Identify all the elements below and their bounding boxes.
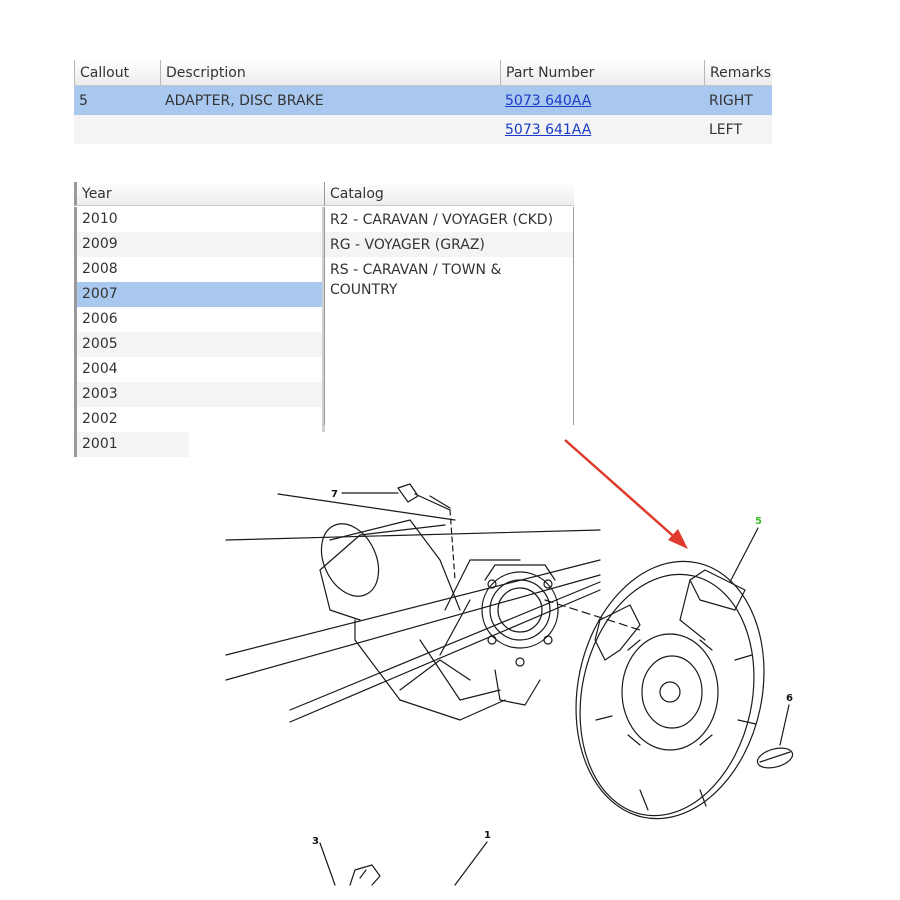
parts-diagram: 7 5 6 3 1 xyxy=(225,439,794,886)
leader-line-1 xyxy=(454,841,488,886)
header-callout[interactable]: Callout xyxy=(74,60,160,85)
year-column-header[interactable]: Year xyxy=(74,182,324,206)
catalog-item[interactable]: RG - VOYAGER (GRAZ) xyxy=(325,232,573,257)
cell-remarks: RIGHT xyxy=(709,92,753,109)
catalog-item[interactable]: RS - CARAVAN / TOWN & COUNTRY xyxy=(325,257,573,302)
cell-callout: 5 xyxy=(79,92,88,109)
red-arrow-annotation xyxy=(564,439,688,549)
year-item[interactable]: 2010 xyxy=(77,207,324,232)
plug xyxy=(756,747,794,769)
disc-brake-adapter xyxy=(594,569,746,661)
year-item[interactable]: 2008 xyxy=(77,257,324,282)
year-item[interactable]: 2005 xyxy=(77,332,324,357)
callout-5[interactable]: 5 xyxy=(755,516,762,527)
parts-table-header: Callout Description Part Number Remarks xyxy=(74,60,772,86)
leader-line-5 xyxy=(729,527,759,583)
table-row[interactable]: 5 ADAPTER, DISC BRAKE 5073 640AA RIGHT xyxy=(74,86,772,115)
header-remarks[interactable]: Remarks xyxy=(704,60,772,85)
table-row[interactable]: 5073 641AA LEFT xyxy=(74,115,772,144)
year-item-selected[interactable]: 2007 xyxy=(77,282,324,307)
callout-6[interactable]: 6 xyxy=(786,693,793,704)
leader-line-6 xyxy=(779,704,790,746)
lower-components xyxy=(349,864,381,886)
cell-description: ADAPTER, DISC BRAKE xyxy=(165,92,324,109)
catalog-list: R2 - CARAVAN / VOYAGER (CKD) RG - VOYAGE… xyxy=(324,207,574,425)
year-item[interactable]: 2006 xyxy=(77,307,324,332)
part-number-link[interactable]: 5073 640AA xyxy=(505,93,591,109)
year-item[interactable]: 2004 xyxy=(77,357,324,382)
cell-description xyxy=(160,115,500,144)
year-item[interactable]: 2003 xyxy=(77,382,324,407)
part-number-link[interactable]: 5073 641AA xyxy=(505,122,591,138)
header-description[interactable]: Description xyxy=(160,60,500,85)
catalog-column-header[interactable]: Catalog xyxy=(324,182,574,206)
cell-part-number: 5073 641AA xyxy=(500,115,704,144)
callout-1[interactable]: 1 xyxy=(484,830,491,841)
catalog-item[interactable]: R2 - CARAVAN / VOYAGER (CKD) xyxy=(325,207,573,232)
cell-remarks: LEFT xyxy=(709,121,743,138)
cell-callout xyxy=(74,115,160,144)
year-item[interactable]: 2009 xyxy=(77,232,324,257)
backing-plate xyxy=(575,560,765,820)
header-part-number[interactable]: Part Number xyxy=(500,60,704,85)
axle-beam xyxy=(225,493,601,723)
bolt xyxy=(397,483,456,581)
parts-table: Callout Description Part Number Remarks … xyxy=(74,60,772,144)
callout-7[interactable]: 7 xyxy=(331,489,338,500)
cell-part-number: 5073 640AA xyxy=(500,86,704,115)
callout-3[interactable]: 3 xyxy=(312,836,319,847)
leader-line-3 xyxy=(319,842,336,886)
assembly-centerline xyxy=(544,599,641,631)
